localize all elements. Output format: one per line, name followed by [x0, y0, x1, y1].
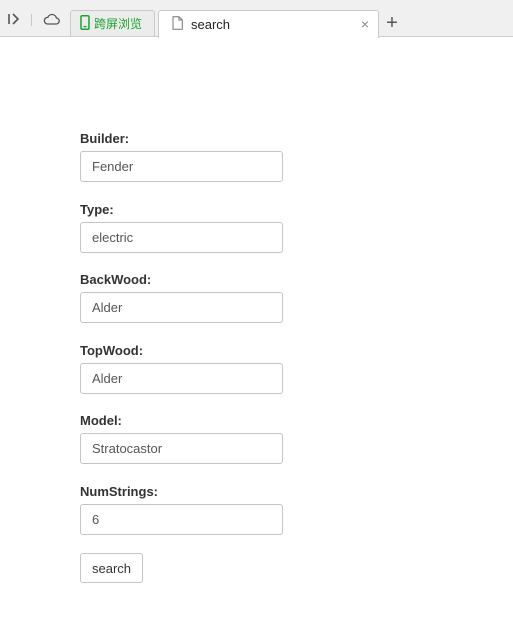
- backwood-input[interactable]: [80, 292, 283, 323]
- cross-screen-tab-label: 跨屏浏览: [94, 17, 143, 31]
- backwood-label: BackWood:: [80, 272, 152, 287]
- sidebar-toggle-icon[interactable]: [4, 9, 24, 29]
- search-button[interactable]: search: [80, 553, 143, 583]
- phone-icon: [80, 14, 90, 33]
- topwood-label: TopWood:: [80, 343, 144, 358]
- model-input[interactable]: [80, 433, 283, 464]
- tab-title: search: [191, 17, 231, 32]
- cross-screen-tab[interactable]: 跨屏浏览: [70, 10, 155, 36]
- backwood-field: BackWood:: [80, 271, 283, 323]
- model-label: Model:: [80, 413, 122, 428]
- type-field: Type:: [80, 201, 283, 253]
- numstrings-field: NumStrings:: [80, 483, 283, 535]
- type-label: Type:: [80, 202, 114, 217]
- topwood-field: TopWood:: [80, 342, 283, 394]
- browser-tab-bar: 跨屏浏览 search × +: [0, 0, 513, 38]
- tab-search[interactable]: search ×: [158, 10, 379, 38]
- type-input[interactable]: [80, 222, 283, 253]
- model-field: Model:: [80, 412, 283, 464]
- cloud-icon[interactable]: [41, 9, 61, 29]
- toolbar-divider: [31, 14, 32, 26]
- numstrings-label: NumStrings:: [80, 484, 158, 499]
- topwood-input[interactable]: [80, 363, 283, 394]
- document-icon: [172, 16, 183, 33]
- close-tab-icon[interactable]: ×: [361, 17, 369, 31]
- builder-input[interactable]: [80, 151, 283, 182]
- builder-field: Builder:: [80, 130, 283, 182]
- new-tab-button[interactable]: +: [381, 12, 403, 34]
- numstrings-input[interactable]: [80, 504, 283, 535]
- builder-label: Builder:: [80, 131, 130, 146]
